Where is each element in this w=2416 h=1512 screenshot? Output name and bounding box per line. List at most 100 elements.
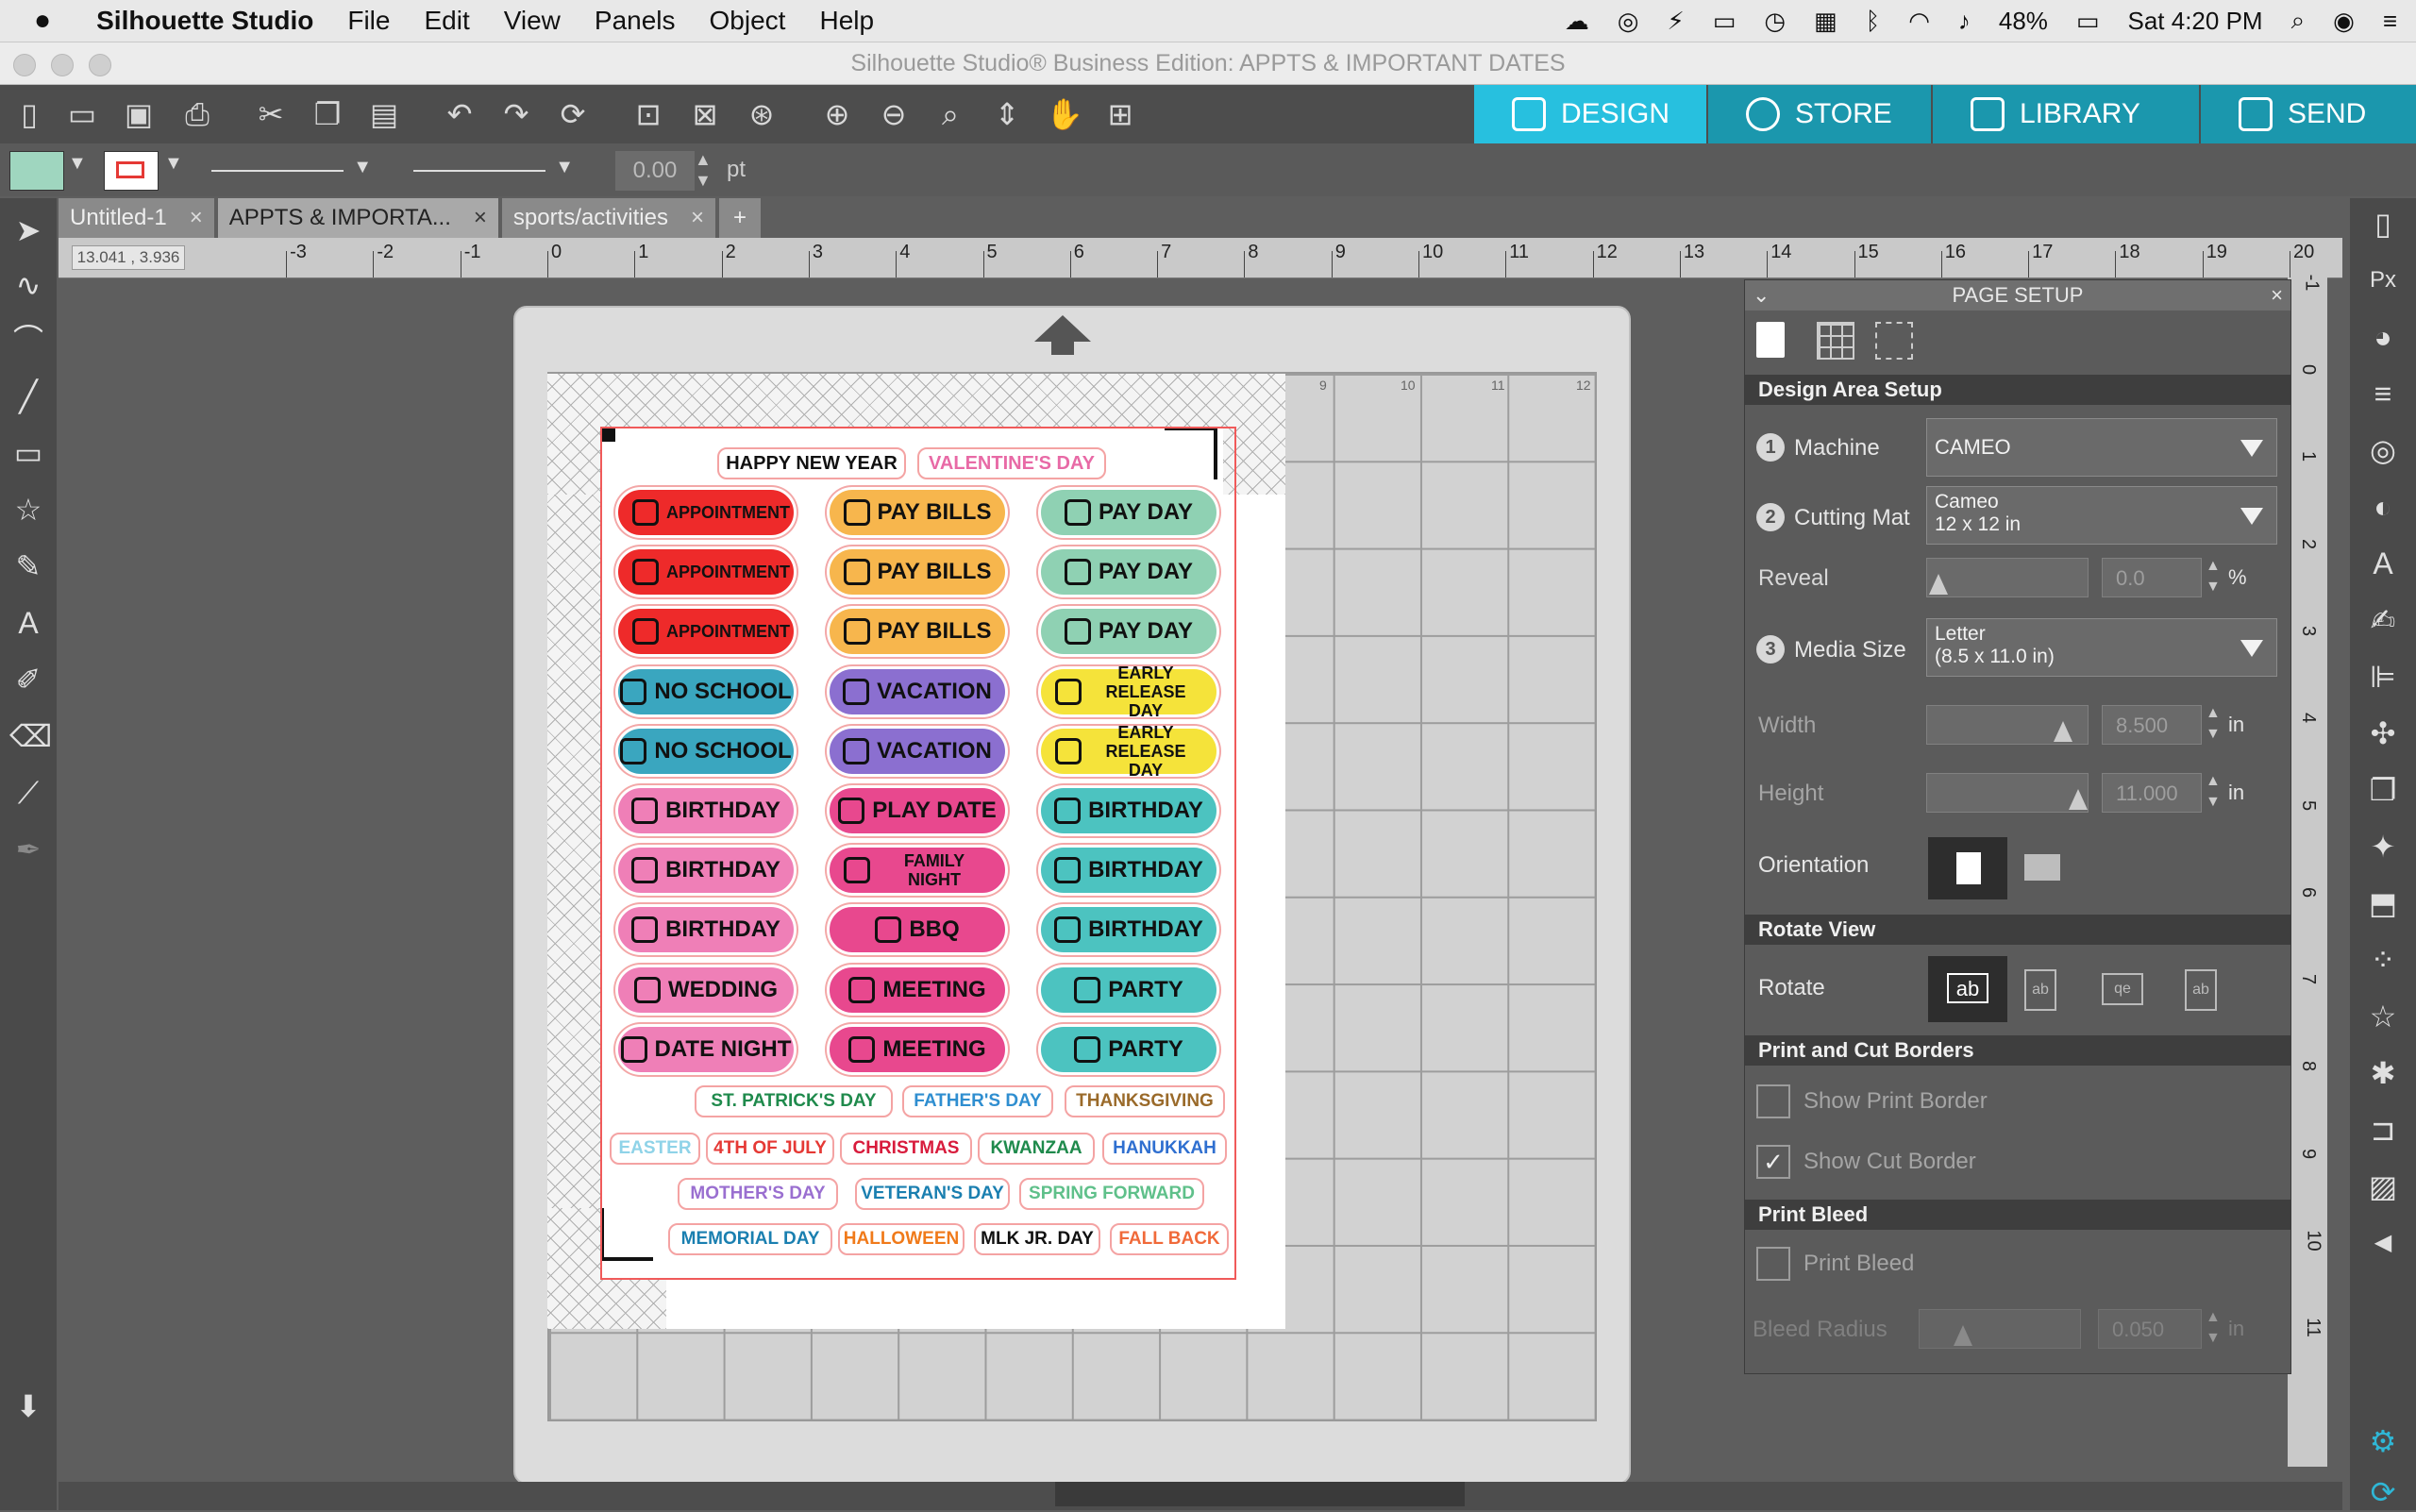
ungroup-icon[interactable]: ⊠ xyxy=(687,96,723,132)
zoom-in-icon[interactable]: ⊕ xyxy=(819,96,855,132)
sticker-early-release-day[interactable]: EARLY RELEASE DAY xyxy=(1038,723,1219,780)
tab-design[interactable]: DESIGN xyxy=(1474,85,1706,143)
sticker-pay-day[interactable]: PAY DAY xyxy=(1038,487,1219,538)
menu-object[interactable]: Object xyxy=(693,6,803,36)
shadow-panel-icon[interactable]: ◐ xyxy=(2363,487,2403,527)
replicate-panel-icon[interactable]: ❐ xyxy=(2363,770,2403,810)
sketch-tool-icon[interactable]: ✐ xyxy=(9,661,47,698)
sticker-birthday[interactable]: BIRTHDAY xyxy=(615,845,797,897)
sticker-birthday[interactable]: BIRTHDAY xyxy=(1038,904,1219,956)
holiday-halloween[interactable]: HALLOWEEN xyxy=(838,1223,965,1255)
slider-thumb-icon[interactable] xyxy=(1954,1325,1972,1346)
sticker-pay-bills[interactable]: PAY BILLS xyxy=(827,606,1008,658)
app-menu[interactable]: Silhouette Studio xyxy=(68,6,330,36)
add-tab-button[interactable]: + xyxy=(719,198,761,238)
bolt-icon[interactable]: ⚡ xyxy=(1667,7,1684,36)
show-print-border-checkbox[interactable] xyxy=(1756,1084,1790,1118)
trace-panel-icon[interactable]: ⁘ xyxy=(2363,940,2403,980)
height-stepper[interactable]: ▲ ▼ xyxy=(2206,771,2221,813)
knife-tool-icon[interactable]: ⟋ xyxy=(9,774,47,812)
sticker-party[interactable]: PARTY xyxy=(1038,964,1219,1016)
redraw-icon[interactable]: ⟳ xyxy=(555,96,591,132)
save-icon[interactable]: ▣ xyxy=(121,96,157,132)
sticker-birthday[interactable]: BIRTHDAY xyxy=(1038,785,1219,836)
polygon-tool-icon[interactable]: ☆ xyxy=(9,491,47,529)
text-tool-icon[interactable]: A xyxy=(9,604,47,642)
rotate-270-icon[interactable]: ab xyxy=(2185,969,2217,1011)
undo-icon[interactable]: ↶ xyxy=(442,96,478,132)
page-setup-panel-icon[interactable]: ▯ xyxy=(2363,204,2403,244)
print-icon[interactable]: ⎙ xyxy=(179,96,215,132)
settings-gear-icon[interactable]: ⚙ xyxy=(2363,1421,2403,1461)
eraser-tool-icon[interactable]: ⌫ xyxy=(9,717,52,755)
line-width-stepper[interactable]: ▲ ▼ xyxy=(695,149,712,191)
rotate-90-icon[interactable]: ab xyxy=(2024,969,2056,1011)
sticker-header[interactable]: HAPPY NEW YEAR xyxy=(717,447,906,479)
rotate-180-icon[interactable]: qe xyxy=(2102,973,2143,1005)
width-input[interactable]: 8.500 xyxy=(2102,705,2202,745)
scrollbar-thumb[interactable] xyxy=(1055,1482,1465,1506)
tab-library[interactable]: LIBRARY xyxy=(1933,85,2199,143)
print-bleed-checkbox[interactable] xyxy=(1756,1247,1790,1281)
menu-help[interactable]: Help xyxy=(802,6,891,36)
holiday-fall-back[interactable]: FALL BACK xyxy=(1110,1223,1229,1255)
group-icon[interactable]: ⊡ xyxy=(630,96,666,132)
copy-icon[interactable]: ❐ xyxy=(310,96,345,132)
bleed-radius-slider[interactable] xyxy=(1919,1309,2081,1349)
redo-icon[interactable]: ↷ xyxy=(498,96,534,132)
line-style-panel-icon[interactable]: ≡ xyxy=(2363,374,2403,413)
bleed-radius-input[interactable]: 0.050 xyxy=(2098,1309,2202,1349)
point-edit-icon[interactable]: ∿ xyxy=(9,266,47,304)
orientation-portrait-button[interactable] xyxy=(1928,837,2007,899)
sticker-no-school[interactable]: NO SCHOOL xyxy=(615,725,797,777)
import-icon[interactable]: ⬇ xyxy=(9,1387,47,1425)
sticker-pay-day[interactable]: PAY DAY xyxy=(1038,606,1219,658)
holiday-father-s-day[interactable]: FATHER'S DAY xyxy=(902,1085,1053,1117)
text-style-panel-icon[interactable]: A xyxy=(2363,544,2403,583)
sticker-meeting[interactable]: MEETING xyxy=(827,964,1008,1016)
favorite-star-icon[interactable]: ☆ xyxy=(2363,997,2403,1036)
collapse-strip-icon[interactable]: ◀ xyxy=(2363,1223,2403,1263)
menu-edit[interactable]: Edit xyxy=(407,6,486,36)
apple-icon[interactable]: ● xyxy=(0,5,68,37)
sticker-header[interactable]: VALENTINE'S DAY xyxy=(917,447,1106,479)
volume-icon[interactable]: ♪ xyxy=(1958,7,1971,36)
doc-tab-untitled[interactable]: Untitled-1 × xyxy=(59,198,214,238)
show-cut-border-checkbox[interactable]: ✓ xyxy=(1756,1145,1790,1179)
sticker-vacation[interactable]: VACATION xyxy=(827,725,1008,777)
cutting-mat-select[interactable]: Cameo 12 x 12 in xyxy=(1926,486,2277,545)
holiday-hanukkah[interactable]: HANUKKAH xyxy=(1102,1133,1227,1165)
sticker-birthday[interactable]: BIRTHDAY xyxy=(1038,845,1219,897)
doc-tab-sports[interactable]: sports/activities × xyxy=(501,198,715,238)
reveal-stepper[interactable]: ▲ ▼ xyxy=(2206,556,2221,597)
holiday-4th-of-july[interactable]: 4TH OF JULY xyxy=(706,1133,834,1165)
height-input[interactable]: 11.000 xyxy=(2102,773,2202,813)
transform-panel-icon[interactable]: ✣ xyxy=(2363,714,2403,753)
sketch-panel-icon[interactable]: ✍ xyxy=(2363,600,2403,640)
line-color-dropdown-icon[interactable]: ▼ xyxy=(164,153,183,175)
width-slider[interactable] xyxy=(1926,705,2089,745)
sticker-early-release-day[interactable]: EARLY RELEASE DAY xyxy=(1038,664,1219,720)
eyedropper-tool-icon[interactable]: ✒ xyxy=(9,831,47,868)
close-tab-icon[interactable]: × xyxy=(190,205,203,230)
sticker-pay-bills[interactable]: PAY BILLS xyxy=(827,546,1008,598)
sticker-pay-bills[interactable]: PAY BILLS xyxy=(827,487,1008,538)
slider-thumb-icon[interactable] xyxy=(2069,789,2088,810)
registration-marks-icon[interactable] xyxy=(1875,322,1913,360)
sticker-no-school[interactable]: NO SCHOOL xyxy=(615,665,797,717)
battery-icon[interactable]: ▭ xyxy=(2076,7,2100,36)
clock[interactable]: Sat 4:20 PM xyxy=(2128,7,2263,36)
holiday-mlk-jr-day[interactable]: MLK JR. DAY xyxy=(974,1223,1100,1255)
bluetooth-icon[interactable]: ᛒ xyxy=(1866,7,1881,36)
zoom-select-icon[interactable]: ⌕ xyxy=(932,96,968,132)
pix-scan-icon[interactable]: Px xyxy=(2363,260,2403,300)
sticker-appointment[interactable]: APPOINTMENT xyxy=(615,606,797,658)
bezier-icon[interactable]: ⌒ xyxy=(9,321,47,359)
height-slider[interactable] xyxy=(1926,773,2089,813)
open-folder-icon[interactable]: ▭ xyxy=(64,96,100,132)
cut-icon[interactable]: ✂ xyxy=(253,96,289,132)
spotlight-search-icon[interactable]: ⌕ xyxy=(2291,6,2306,36)
trace-icon[interactable]: ⊛ xyxy=(744,96,780,132)
tab-store[interactable]: STORE xyxy=(1708,85,1931,143)
holiday-easter[interactable]: EASTER xyxy=(610,1133,700,1165)
